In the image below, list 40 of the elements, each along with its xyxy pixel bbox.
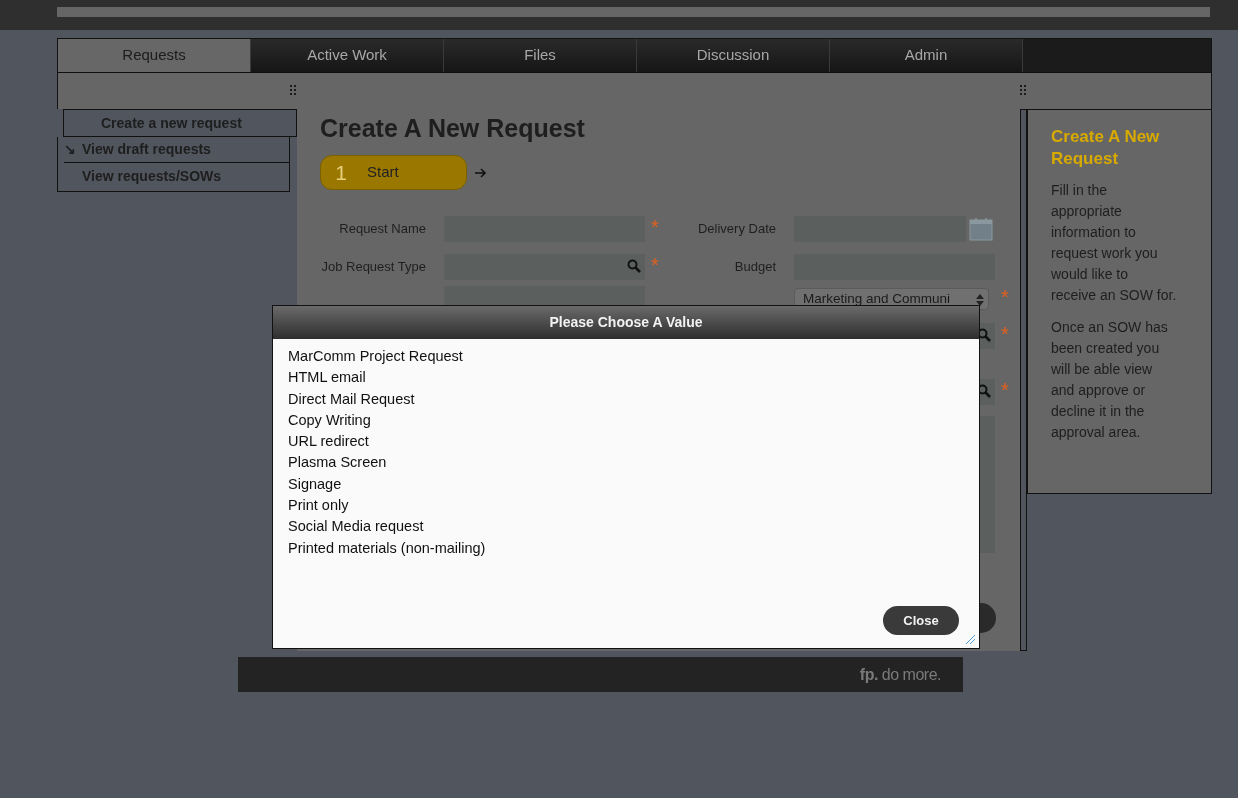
option-item[interactable]: Plasma Screen bbox=[288, 452, 387, 474]
lookup-field[interactable] bbox=[444, 254, 645, 280]
step-button[interactable]: 1 Start bbox=[320, 155, 467, 190]
arrow-icon bbox=[475, 167, 487, 178]
required-mark: * bbox=[650, 216, 660, 238]
calendar-icon[interactable] bbox=[969, 217, 993, 241]
page-heading: Create A New Request bbox=[320, 113, 586, 143]
field-label: Budget bbox=[733, 258, 776, 276]
option-item[interactable]: Copy Writing bbox=[288, 409, 371, 432]
spinner-icon bbox=[975, 293, 985, 307]
search-icon[interactable] bbox=[977, 328, 991, 342]
footer-brand: fp. do more. bbox=[859, 666, 941, 683]
nav-tab[interactable]: Discussion bbox=[637, 39, 830, 72]
option-item[interactable]: HTML email bbox=[288, 367, 366, 389]
field-label: Job Request Type bbox=[320, 258, 426, 276]
required-mark: * bbox=[650, 254, 660, 276]
option-item[interactable]: URL redirect bbox=[288, 431, 369, 453]
drag-handle-icon[interactable] bbox=[1020, 85, 1026, 95]
field-label: Request Name bbox=[338, 220, 426, 238]
help-title: Create A New Request bbox=[1051, 126, 1161, 170]
search-icon[interactable] bbox=[977, 384, 991, 398]
field-label: Delivery Date bbox=[696, 220, 776, 238]
help-text: Fill in the appropriate information to request work you would like to receive an SOW for. bbox=[1051, 181, 1177, 305]
option-item[interactable]: Printed materials (non-mailing) bbox=[288, 537, 486, 559]
required-mark: * bbox=[1000, 323, 1010, 345]
nav-tab[interactable]: Active Work bbox=[251, 39, 444, 72]
option-item[interactable]: Social Media request bbox=[288, 516, 424, 538]
close-button[interactable]: Close bbox=[883, 606, 959, 635]
option-item[interactable]: MarComm Project Request bbox=[288, 346, 463, 368]
option-item[interactable]: Print only bbox=[288, 495, 349, 517]
nav-tab[interactable]: Admin bbox=[830, 39, 1023, 72]
required-mark: * bbox=[1000, 286, 1010, 308]
option-item[interactable]: Direct Mail Request bbox=[288, 388, 415, 410]
resize-handle-icon[interactable] bbox=[964, 633, 976, 645]
option-item[interactable]: Signage bbox=[288, 473, 342, 496]
dialog-title: Please Choose A Value bbox=[273, 306, 979, 339]
nav-tab[interactable]: Files bbox=[444, 39, 637, 72]
drag-handle-icon[interactable] bbox=[290, 85, 296, 95]
required-mark: * bbox=[1000, 379, 1010, 401]
help-text: Once an SOW has been created you will be able view and approve or decline it in the approval area. bbox=[1051, 318, 1169, 442]
